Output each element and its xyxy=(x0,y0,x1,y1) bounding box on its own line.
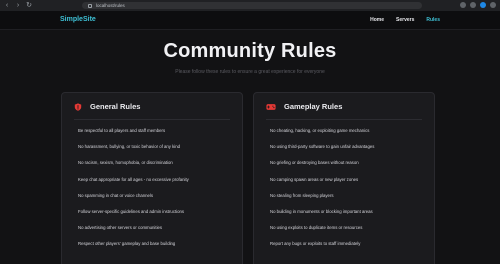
rule-item: No building in monuments or blocking imp… xyxy=(270,208,373,214)
rule-item: Keep chat appropriate for all ages - no … xyxy=(78,176,189,182)
rule-item: Respect other players' gameplay and base… xyxy=(78,241,176,247)
rule-item: No racism, sexism, homophobia, or discri… xyxy=(78,160,173,166)
profile-icon[interactable] xyxy=(470,2,476,8)
rule-item: No using third-party software to gain un… xyxy=(270,144,375,150)
main-nav: Home Servers Rules xyxy=(370,17,440,23)
rule-item: No camping spawn areas or new player zon… xyxy=(270,176,359,182)
forward-icon[interactable]: › xyxy=(14,2,22,10)
rule-item: No advertising other servers or communit… xyxy=(78,225,163,231)
menu-icon[interactable] xyxy=(490,2,496,8)
divider xyxy=(266,119,422,120)
card-title: Gameplay Rules xyxy=(284,102,343,111)
rule-item: No harassment, bullying, or toxic behavi… xyxy=(78,144,180,150)
site-logo[interactable]: SimpleSite xyxy=(60,16,96,23)
rule-item: No griefing or destroying bases without … xyxy=(270,160,359,166)
general-rules-card: General Rules Be respectful to all playe… xyxy=(61,92,243,264)
nav-rules[interactable]: Rules xyxy=(426,17,440,23)
url-text: localhost/rules xyxy=(96,3,125,8)
general-rules-list: Be respectful to all players and staff m… xyxy=(78,128,230,258)
account-avatar-icon[interactable] xyxy=(480,2,486,8)
rule-item: No using exploits to duplicate items or … xyxy=(270,225,363,231)
gamepad-icon xyxy=(266,103,276,110)
page-subtitle: Please follow these rules to ensure a gr… xyxy=(175,69,325,75)
browser-toolbar: ‹ › ↻ localhost/rules xyxy=(0,0,500,11)
card-title: General Rules xyxy=(90,102,141,111)
extension-icon[interactable] xyxy=(460,2,466,8)
address-bar[interactable]: localhost/rules xyxy=(82,2,422,9)
nav-servers[interactable]: Servers xyxy=(396,17,414,23)
reload-icon[interactable]: ↻ xyxy=(25,2,33,10)
rule-item: No spamming in chat or voice channels xyxy=(78,192,153,198)
lock-icon xyxy=(88,3,92,8)
gameplay-rules-list: No cheating, hacking, or exploiting game… xyxy=(270,128,422,258)
back-icon[interactable]: ‹ xyxy=(3,2,11,10)
site-header: SimpleSite Home Servers Rules xyxy=(0,11,500,30)
gameplay-rules-card: Gameplay Rules No cheating, hacking, or … xyxy=(253,92,435,264)
rule-item: No stealing from sleeping players xyxy=(270,192,334,198)
divider xyxy=(74,119,230,120)
rule-item: Report any bugs or exploits to staff imm… xyxy=(270,241,361,247)
rule-item: Follow server-specific guidelines and ad… xyxy=(78,208,185,214)
page-title: Community Rules xyxy=(163,40,337,62)
shield-icon xyxy=(74,102,82,111)
rule-item: No cheating, hacking, or exploiting game… xyxy=(270,128,370,133)
nav-home[interactable]: Home xyxy=(370,17,384,23)
rule-item: Be respectful to all players and staff m… xyxy=(78,128,166,133)
